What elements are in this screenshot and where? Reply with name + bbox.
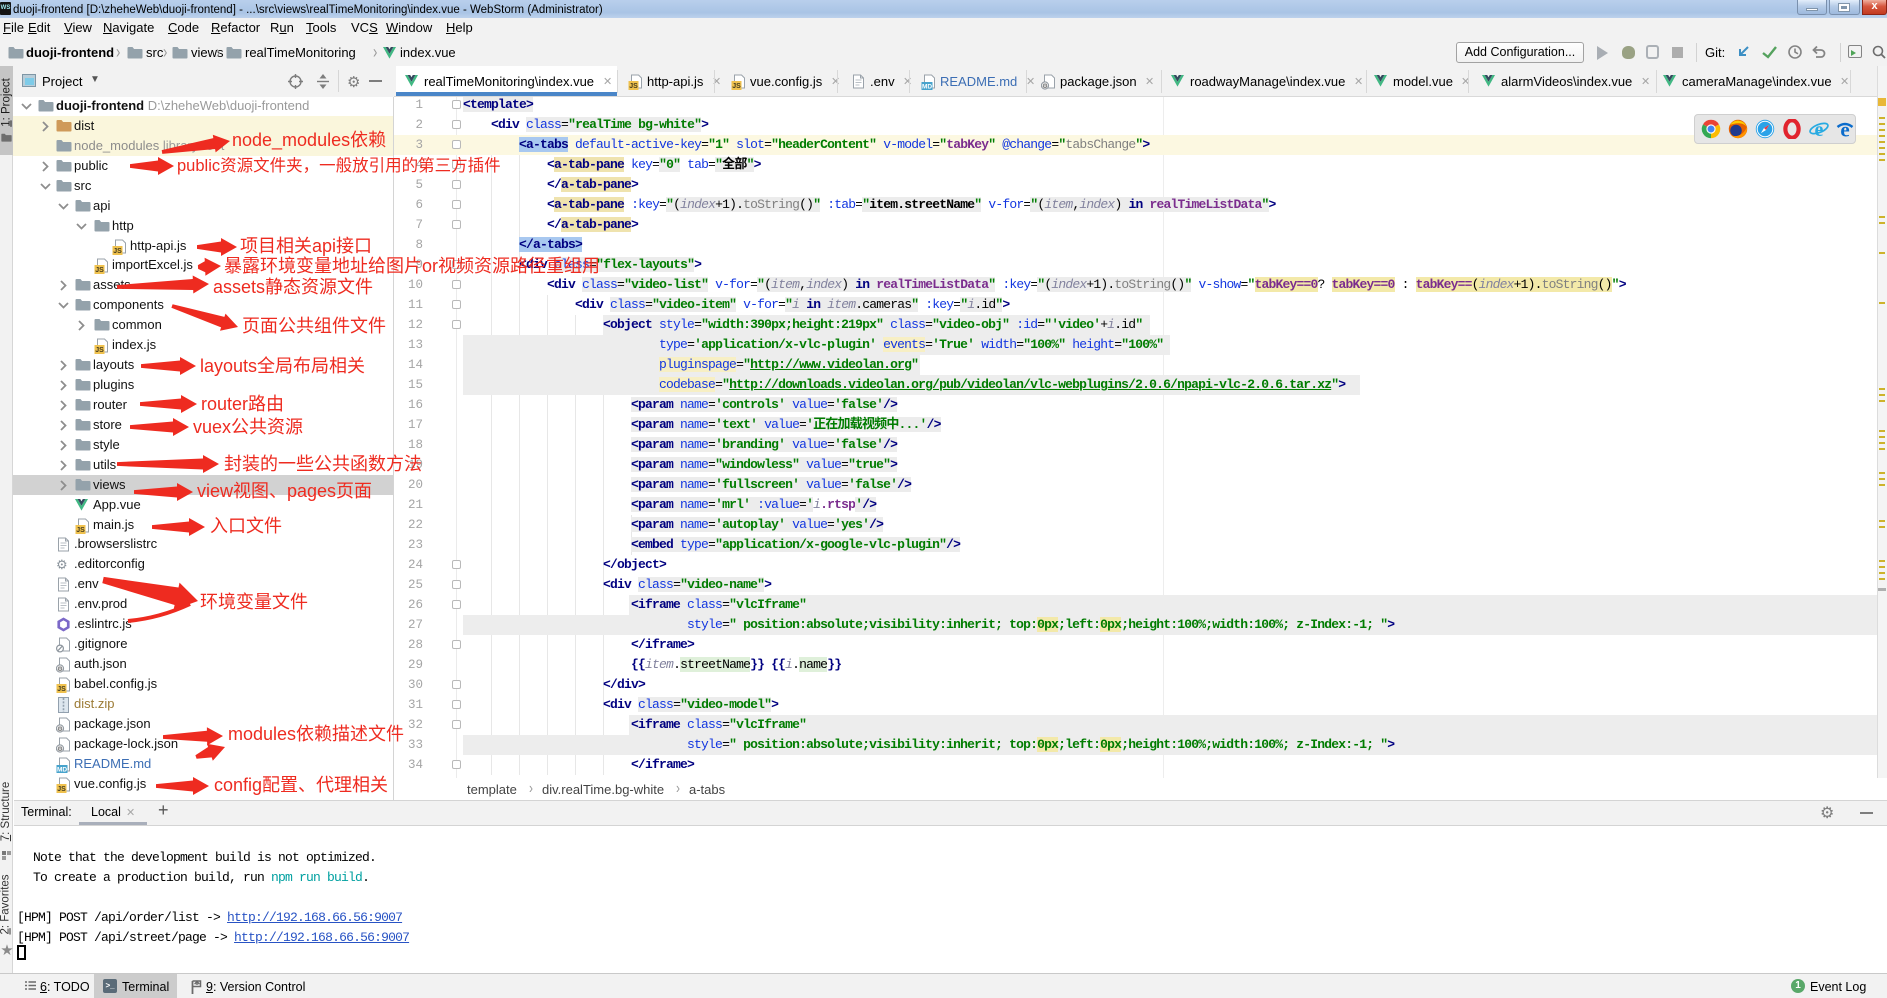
- svg-text:JS: JS: [95, 267, 104, 274]
- svg-text:⚙: ⚙: [57, 665, 63, 673]
- svg-text:JS: JS: [95, 347, 104, 354]
- svg-text:⚙: ⚙: [57, 745, 63, 753]
- svg-text:JS: JS: [57, 786, 66, 793]
- svg-text:JS: JS: [629, 83, 638, 90]
- svg-text:⚙: ⚙: [57, 725, 63, 733]
- svg-text:MD: MD: [57, 767, 67, 774]
- svg-text:JS: JS: [732, 83, 741, 90]
- svg-text:⚙: ⚙: [1042, 82, 1048, 90]
- svg-text:e: e: [1840, 118, 1849, 140]
- svg-text:JS: JS: [113, 248, 122, 255]
- svg-text:e: e: [1815, 119, 1824, 140]
- svg-text:JS: JS: [76, 527, 85, 534]
- svg-text:MD: MD: [922, 84, 932, 91]
- svg-text:JS: JS: [57, 686, 66, 693]
